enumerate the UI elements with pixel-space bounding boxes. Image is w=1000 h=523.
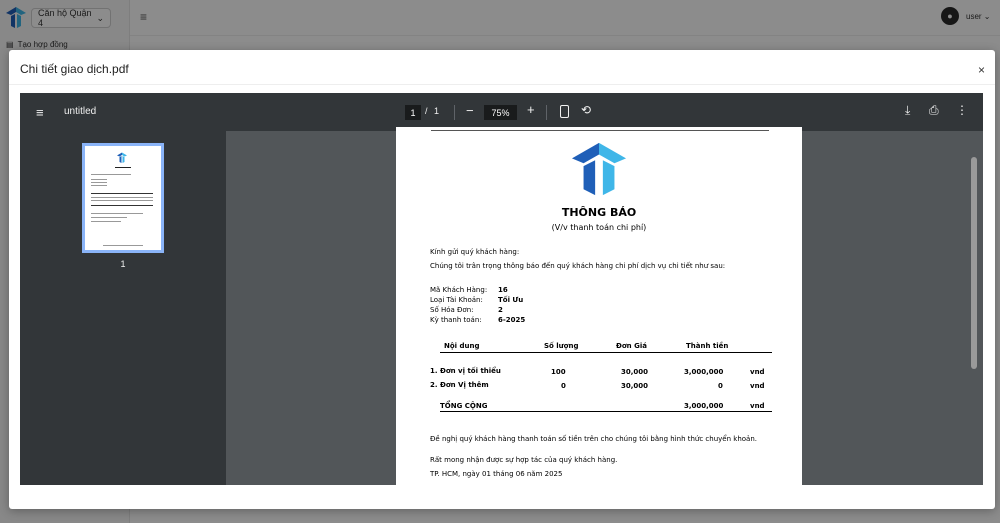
table-total-value: 3,000,000 [684,402,724,410]
table-cell: 0 [718,382,723,390]
table-cell: 1. Đơn vị tối thiểu [430,367,501,375]
menu-icon[interactable]: ≡ [36,105,44,120]
table-header: Số lượng [544,342,579,350]
table-header: Đơn Giá [616,342,647,350]
thumb-line [91,179,107,180]
document-subheading: (V/v thanh toán chi phí) [551,223,647,232]
rotate-icon[interactable]: ⟲ [581,103,591,117]
thumb-line [91,182,107,183]
payment-request-text: Đề nghị quý khách hàng thanh toán số tiề… [430,435,757,443]
thumb-line [91,174,131,175]
thumb-line [91,197,153,198]
pdf-page: THÔNG BÁO (V/v thanh toán chi phí) Kính … [396,127,802,485]
pdf-modal: Chi tiết giao dịch.pdf × ≡ untitled 1 / … [9,50,995,509]
page-number-input[interactable]: 1 [405,105,421,120]
document-heading: THÔNG BÁO [561,206,637,219]
info-value: 2 [498,306,503,314]
info-label: Số Hóa Đơn: [430,306,474,314]
info-label: Mã Khách Hàng: [430,286,488,294]
info-value: 6-2025 [498,316,526,324]
toolbar-divider [546,105,547,120]
company-logo [571,142,627,196]
table-total-unit: vnd [750,402,765,410]
table-total-label: TỔNG CỘNG [440,402,488,410]
page-total: 1 [434,106,440,116]
table-cell: 30,000 [621,382,649,390]
table-total-rule [440,411,772,412]
zoom-input[interactable]: 75% [484,105,517,120]
pdf-viewer: ≡ untitled 1 / 1 − 75% + ⟲ ⤓ ⎙ ⋮ 1 THÔNG… [20,93,983,485]
pdf-title: untitled [64,106,97,117]
more-options-icon[interactable]: ⋮ [956,103,968,117]
fit-page-icon[interactable] [560,105,569,118]
intro-text: Chúng tôi trân trọng thông báo đến quý k… [430,262,726,270]
thumb-line [91,200,153,201]
page-top-rule [431,130,769,131]
thanks-text: Rất mong nhận được sự hợp tác của quý kh… [430,456,618,464]
print-icon[interactable]: ⎙ [929,103,939,118]
table-cell: 2. Đơn Vị thêm [430,381,489,389]
table-cell: 100 [551,368,566,376]
table-header-rule [440,352,772,353]
info-value: Tối Ưu [498,296,524,304]
thumb-line [115,167,131,168]
info-label: Loại Tài Khoản: [430,296,483,304]
download-icon[interactable]: ⤓ [905,103,910,118]
zoom-in-button[interactable]: + [527,102,535,117]
table-cell: 0 [561,382,566,390]
thumb-line [91,217,127,218]
page-separator: / [425,106,428,116]
modal-title: Chi tiết giao dịch.pdf [20,62,129,76]
thumb-line [91,185,107,186]
info-value: 16 [498,286,508,294]
close-icon[interactable]: × [978,63,985,77]
thumbnail-pane: 1 [20,131,226,485]
thumb-line [91,221,121,222]
zoom-out-button[interactable]: − [466,103,474,118]
place-date-text: TP. HCM, ngày 01 tháng 06 năm 2025 [430,470,563,478]
table-cell: vnd [750,382,765,390]
toolbar-divider [454,105,455,120]
thumbnail-page-number: 1 [120,259,126,269]
thumb-line [103,245,143,246]
scrollbar[interactable] [971,157,977,369]
table-header: Thành tiền [686,342,729,350]
thumbnail-logo [117,152,127,163]
table-cell: 30,000 [621,368,649,376]
table-cell: 3,000,000 [684,368,724,376]
greeting-text: Kính gửi quý khách hàng: [430,248,520,256]
pdf-toolbar: ≡ untitled 1 / 1 − 75% + ⟲ ⤓ ⎙ ⋮ [20,93,983,131]
thumb-line [91,205,153,206]
table-header: Nội dung [444,342,480,350]
modal-divider [9,84,995,85]
page-thumbnail[interactable] [82,143,164,253]
table-cell: vnd [750,368,765,376]
document-area[interactable]: THÔNG BÁO (V/v thanh toán chi phí) Kính … [226,127,983,485]
thumb-line [91,193,153,194]
thumb-line [91,213,143,214]
info-label: Kỳ thanh toán: [430,316,482,324]
